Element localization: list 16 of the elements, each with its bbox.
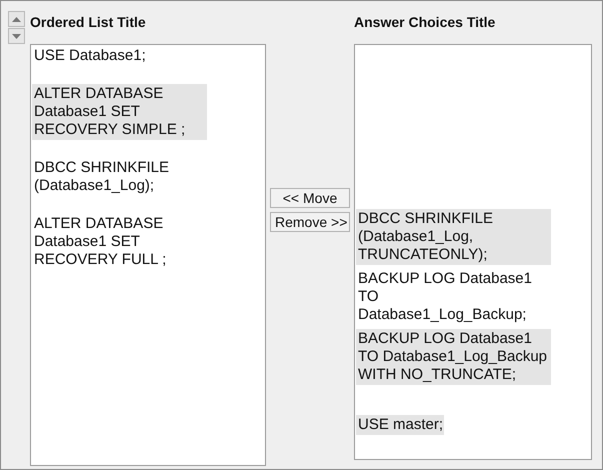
list-title: Ordered List Title [30, 13, 147, 32]
move-down-button[interactable] [8, 28, 25, 44]
list-item[interactable]: ALTER DATABASE Database1 SET RECOVERY FULL ; [32, 214, 207, 270]
down-triangle-icon [12, 34, 21, 38]
list-item[interactable]: DBCC SHRINKFILE (Database1_Log, TRUNCATEONLY); [356, 209, 551, 265]
list-item[interactable]: DBCC SHRINKFILE (Database1_Log); [32, 158, 207, 196]
up-triangle-icon [12, 16, 21, 22]
action-button[interactable]: << Move [270, 188, 350, 208]
list-item[interactable]: BACKUP LOG Database1 TO Database1_Log_Backup WITH NO_TRUNCATE; [356, 329, 551, 385]
move-up-button[interactable] [8, 11, 25, 27]
list-title: Answer Choices Title [354, 13, 496, 32]
list-item[interactable]: ALTER DATABASE Database1 SET RECOVERY SIMPLE ; [32, 84, 207, 140]
list-item[interactable]: USE master; [356, 415, 444, 435]
list-item[interactable]: BACKUP LOG Database1 TO Database1_Log_Backup; [356, 269, 551, 325]
list-item[interactable]: USE Database1; [32, 46, 147, 66]
action-button[interactable]: Remove >> [270, 212, 350, 232]
